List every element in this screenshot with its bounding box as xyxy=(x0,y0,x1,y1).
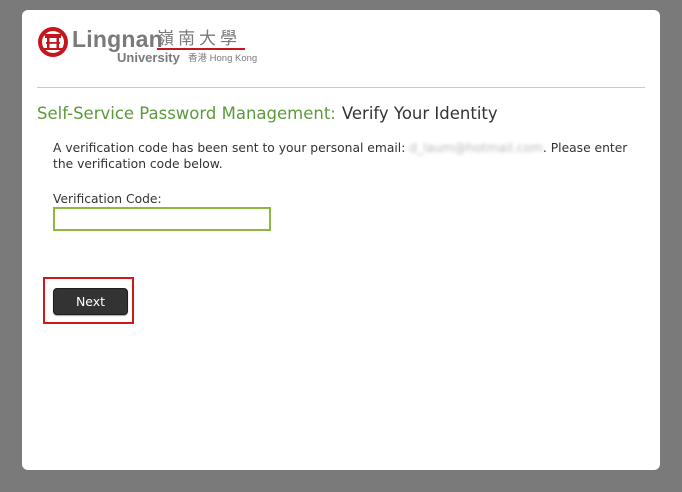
header-divider xyxy=(37,87,645,88)
masked-email: d_laum@hotmail.com xyxy=(409,141,543,155)
next-button[interactable]: Next xyxy=(53,288,128,315)
lingnan-logo: Lingnan 嶺南大學 University 香港 Hong Kong xyxy=(37,26,267,72)
page-heading: Self-Service Password Management: Verify … xyxy=(37,102,498,126)
page-title: Verify Your Identity xyxy=(341,104,498,123)
logo-name-en: Lingnan xyxy=(72,26,163,52)
logo-university: University xyxy=(117,50,180,65)
lingnan-emblem-icon xyxy=(38,27,68,57)
message-text-before: A verification code has been sent to you… xyxy=(53,141,410,155)
verification-code-input[interactable] xyxy=(53,207,271,231)
verification-message: A verification code has been sent to you… xyxy=(53,140,643,172)
verification-code-label: Verification Code: xyxy=(53,192,162,206)
verification-card: Lingnan 嶺南大學 University 香港 Hong Kong Sel… xyxy=(22,10,660,470)
app-title: Self-Service Password Management: xyxy=(37,104,336,123)
logo-location: 香港 Hong Kong xyxy=(188,53,258,64)
